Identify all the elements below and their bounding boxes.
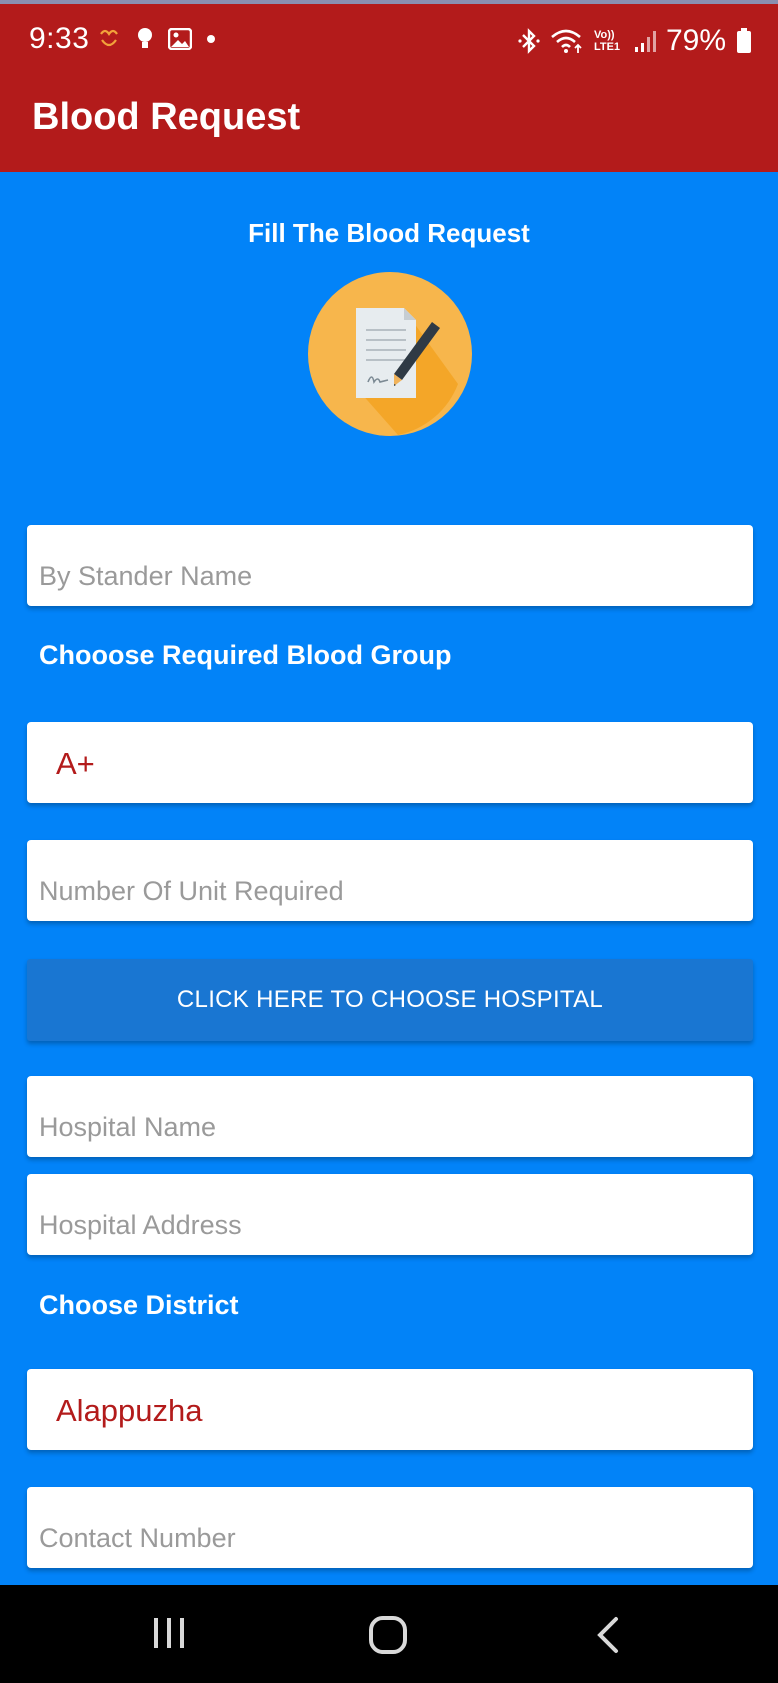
blood-request-form: Fill The Blood Request By Stander Name C… xyxy=(0,172,778,1585)
units-required-input[interactable]: Number Of Unit Required xyxy=(27,840,753,921)
hospital-name-input[interactable]: Hospital Name xyxy=(27,1076,753,1157)
contact-number-input[interactable]: Contact Number xyxy=(27,1487,753,1568)
battery-icon xyxy=(737,28,751,53)
status-time: 9:33 xyxy=(29,22,90,55)
status-bar: 9:33 Vo)) LTE1 79% xyxy=(0,22,778,62)
bulb-icon xyxy=(138,28,152,48)
battery-percent: 79% xyxy=(665,24,726,57)
district-value: Alappuzha xyxy=(56,1393,203,1428)
bystander-name-placeholder: By Stander Name xyxy=(39,561,253,591)
page-title: Blood Request xyxy=(32,96,301,138)
notification-icons xyxy=(96,26,216,52)
district-select[interactable]: Alappuzha xyxy=(27,1369,753,1450)
dot-icon xyxy=(207,35,215,43)
document-sign-icon xyxy=(308,272,472,436)
wifi-icon xyxy=(551,29,582,53)
app-notification-icon xyxy=(100,29,118,47)
system-icons: Vo)) LTE1 79% xyxy=(518,24,752,58)
gallery-icon xyxy=(168,28,192,50)
contact-number-placeholder: Contact Number xyxy=(39,1523,236,1553)
choose-hospital-button[interactable]: CLICK HERE TO CHOOSE HOSPITAL xyxy=(27,959,753,1041)
network-type: Vo)) LTE1 xyxy=(593,29,621,53)
hospital-name-placeholder: Hospital Name xyxy=(39,1112,217,1142)
recent-apps-icon[interactable] xyxy=(152,1615,188,1651)
signal-icon xyxy=(634,31,656,52)
units-required-placeholder: Number Of Unit Required xyxy=(39,876,344,906)
app-bar: 9:33 Vo)) LTE1 79% Blood Request xyxy=(0,4,778,172)
back-icon[interactable] xyxy=(594,1615,622,1655)
blood-group-select[interactable]: A+ xyxy=(27,722,753,803)
home-icon[interactable] xyxy=(368,1615,408,1655)
hospital-address-placeholder: Hospital Address xyxy=(39,1210,242,1240)
hospital-address-input[interactable]: Hospital Address xyxy=(27,1174,753,1255)
blood-group-label: Chooose Required Blood Group xyxy=(39,640,452,670)
bluetooth-icon xyxy=(518,28,540,54)
form-heading: Fill The Blood Request xyxy=(248,218,530,248)
navigation-bar xyxy=(0,1585,778,1683)
district-label: Choose District xyxy=(39,1290,239,1320)
blood-group-value: A+ xyxy=(56,746,95,781)
bystander-name-input[interactable]: By Stander Name xyxy=(27,525,753,606)
